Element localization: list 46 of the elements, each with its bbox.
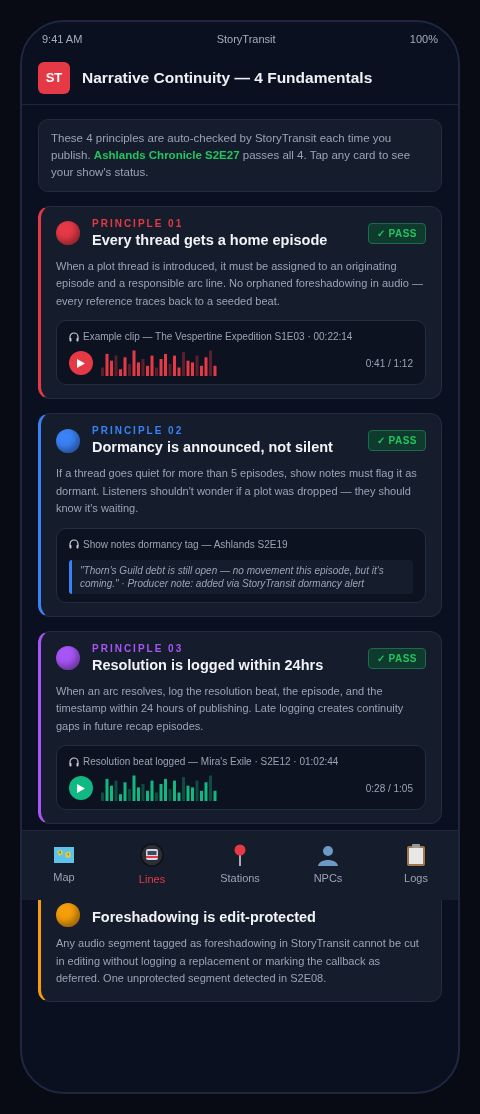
principle-number: PRINCIPLE 02 — [92, 424, 185, 437]
pin-icon — [232, 844, 248, 867]
principle-number: PRINCIPLE 03 — [92, 641, 185, 655]
play-icon — [77, 358, 85, 368]
nav-tab[interactable]: NPCs — [298, 844, 358, 887]
play-button[interactable] — [69, 776, 93, 800]
headphones-icon — [69, 756, 79, 767]
principle-title: Foreshadowing is edit-protected — [92, 908, 317, 927]
map-icon — [53, 845, 75, 866]
battery-level: 100% — [409, 32, 438, 47]
headphones-icon — [69, 539, 79, 549]
principle-description: Any audio segment tagged as foreshadowing in StoryTransit cannot be cut in editing without logging a replacement or marking the callback as deferred. One unprotected segment detected in S2E08. — [56, 936, 420, 986]
principle-card[interactable] — [38, 630, 442, 824]
status-app-name: StoryTransit — [216, 32, 276, 47]
pass-badge: ✓ PASS — [367, 647, 426, 669]
pass-badge: ✓ PASS — [367, 222, 426, 244]
status-time: 9:41 AM — [42, 32, 83, 47]
principle-description: If a thread goes quiet for more than 5 episodes, show notes must flag it as dormant. Listeners shouldn't wonder if a plot was dropped — they should know it's waiting. — [56, 466, 418, 516]
nav-tab[interactable]: Map — [34, 845, 94, 886]
note-caption: Show notes dormancy tag — Ashlands S2E19 — [69, 536, 413, 552]
pass-badge: ✓ PASS — [367, 430, 426, 451]
person-icon — [317, 844, 339, 867]
principle-title: Resolution is logged within 24hrs — [92, 655, 325, 675]
page-title: Narrative Continuity — 4 Fundamentals — [82, 67, 373, 88]
play-button[interactable] — [69, 351, 93, 375]
nav-tab[interactable]: Stations — [210, 844, 270, 887]
playback-time: 0:41 / 1:12 — [365, 356, 413, 371]
principle-card[interactable] — [38, 205, 442, 399]
playback-time: 0:28 / 1:05 — [365, 781, 413, 796]
nav-tab[interactable]: Lines — [122, 843, 182, 888]
principle-title: Dormancy is announced, not silent — [92, 438, 334, 457]
principle-description: When a plot thread is introduced, it must be assigned to an originating episode and a responsible arc line. No orphaned foreshadowing in audio — every reference traces back to a seeded beat. — [56, 258, 424, 309]
nav-tab[interactable]: Logs — [386, 844, 446, 887]
clip-caption: Resolution beat logged — Mira's Exile · S2E12 · 01:02:44 — [69, 754, 413, 769]
play-icon — [77, 783, 85, 793]
clip-caption: Example clip — The Vespertine Expedition S1E03 · 00:22:14 — [69, 329, 413, 344]
principle-description: When an arc resolves, log the resolution beat, the episode, and the timestamp within 24 hours of publishing. Late logging creates continuity gaps in future recap episodes. — [56, 683, 405, 734]
quote-text: "Thorn's Guild debt is still open — no movement this episode, but it's coming." · Producer note: added via StoryTransit dormancy alert — [69, 559, 413, 594]
intro-text: These 4 principles are auto-checked by StoryTransit each time you publish. Ashlands Chronicle S2E27 passes all 4. Tap any card to see your show's status. — [38, 118, 442, 192]
clipboard-icon — [406, 844, 426, 867]
principle-card[interactable] — [38, 413, 442, 617]
principle-number: PRINCIPLE 01 — [92, 216, 185, 230]
headphones-icon — [69, 331, 79, 342]
train-icon — [140, 843, 164, 868]
app-logo: ST — [38, 61, 70, 94]
principle-title: Every thread gets a home episode — [92, 230, 329, 250]
